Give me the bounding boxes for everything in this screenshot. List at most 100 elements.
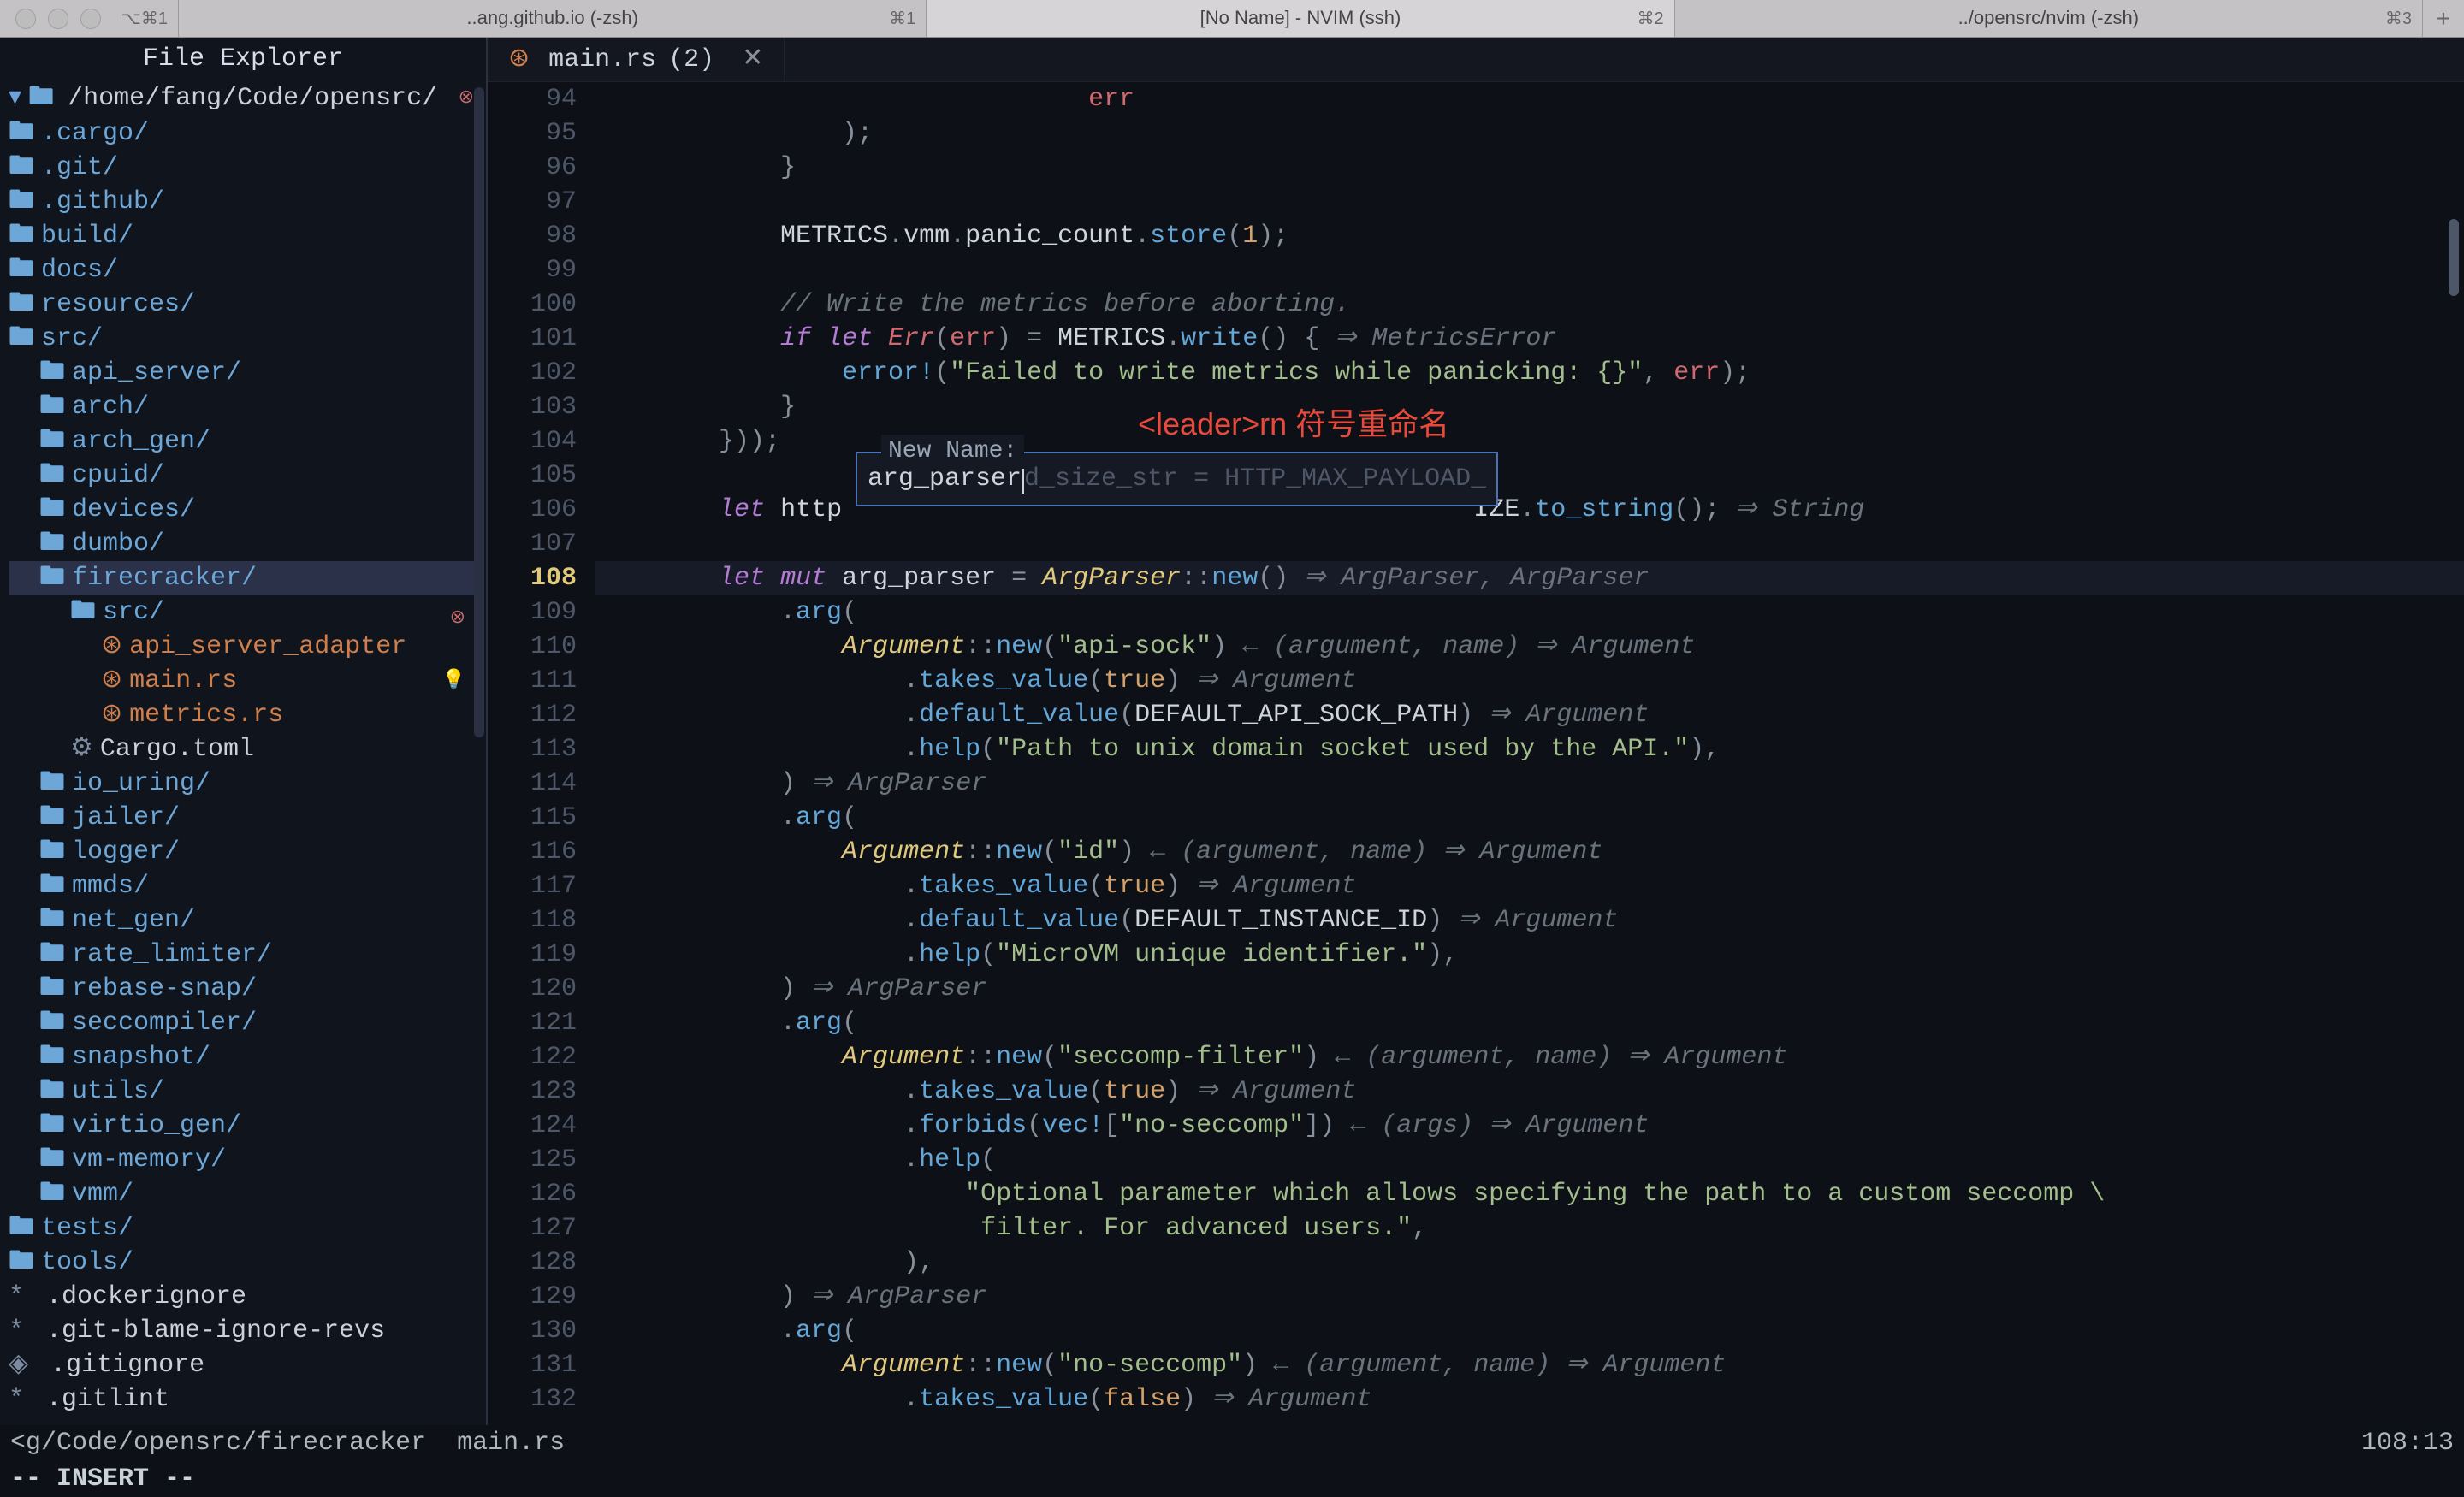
line-number: 103	[488, 390, 577, 424]
tree-folder[interactable]: 🖿devices/	[9, 493, 477, 527]
tree-folder[interactable]: 🖿mmds/	[9, 869, 477, 903]
terminal-tabbar: ⌥⌘1 ..ang.github.io (-zsh) ⌘1 [No Name] …	[0, 0, 2464, 38]
file-explorer-path[interactable]: ▾ 🖿 /home/fang/Code/opensrc/ ⊗	[0, 80, 486, 116]
tab-shortcut: ⌥⌘1	[121, 7, 168, 31]
line-number: 117	[488, 869, 577, 903]
tree-folder[interactable]: 🖿resources/	[9, 287, 477, 322]
file-glyph-icon: *	[9, 1279, 39, 1315]
tree-folder[interactable]: 🖿.cargo/	[9, 116, 477, 151]
line-number: 132	[488, 1382, 577, 1417]
tree-item-label: seccompiler/	[72, 1005, 257, 1041]
lightbulb-icon: 💡	[442, 668, 465, 695]
rename-popup-title: New Name:	[881, 435, 1024, 469]
editor-tab-name: main.rs	[548, 42, 656, 78]
tree-folder[interactable]: 🖿docs/	[9, 253, 477, 287]
tree-item-label: cpuid/	[72, 458, 164, 494]
lsp-rename-popup[interactable]: New Name: arg_parserd_size_str = HTTP_MA…	[856, 452, 1498, 506]
folder-open-icon: 🖿	[28, 80, 54, 116]
tree-folder[interactable]: 🖿jailer/	[9, 801, 477, 835]
tree-item-label: rate_limiter/	[72, 937, 272, 973]
line-number: 94	[488, 82, 577, 116]
code-text[interactable]: err ); } METRICS.vmm.panic_count.store(1…	[595, 82, 2464, 1425]
tree-item-label: src/	[41, 321, 103, 357]
close-tab-icon[interactable]: ✕	[742, 42, 763, 78]
tree-folder[interactable]: 🖿rate_limiter/	[9, 938, 477, 972]
rust-file-icon: ⊛	[101, 697, 122, 733]
close-window-icon[interactable]	[15, 9, 36, 29]
line-number: 95	[488, 116, 577, 151]
code-area[interactable]: 9495969798991001011021031041051061071081…	[488, 82, 2464, 1425]
file-glyph-icon: ◈	[9, 1347, 44, 1383]
tree-folder[interactable]: 🖿arch/	[9, 390, 477, 424]
scrollbar-thumb[interactable]	[474, 87, 484, 737]
line-number: 115	[488, 801, 577, 835]
tree-folder[interactable]: 🖿seccompiler/	[9, 1006, 477, 1040]
tree-folder[interactable]: 🖿vm-memory/	[9, 1143, 477, 1177]
file-glyph-icon: *	[9, 1313, 39, 1349]
tree-folder[interactable]: 🖿utils/	[9, 1074, 477, 1109]
line-number: 97	[488, 185, 577, 219]
tab-title: ../opensrc/nvim (-zsh)	[1958, 5, 2140, 32]
terminal-tab-0[interactable]: ⌥⌘1	[116, 0, 179, 37]
line-number: 108	[488, 561, 577, 595]
folder-icon: 🖿	[39, 937, 65, 973]
tree-folder[interactable]: 🖿io_uring/	[9, 766, 477, 801]
tree-file[interactable]: ⊛metrics.rs	[9, 698, 477, 732]
scrollbar-thumb[interactable]	[2449, 219, 2459, 296]
tree-folder[interactable]: 🖿net_gen/⊗	[9, 903, 477, 938]
line-number: 119	[488, 938, 577, 972]
tree-folder[interactable]: 🖿cpuid/	[9, 459, 477, 493]
folder-icon: 🖿	[9, 150, 34, 186]
tree-folder[interactable]: 🖿src/⊗	[9, 322, 477, 356]
folder-icon: 🖿	[9, 252, 34, 288]
leader-hint-overlay: <leader>rn 符号重命名	[1138, 407, 1449, 441]
tree-folder[interactable]: 🖿snapshot/	[9, 1040, 477, 1074]
tree-file[interactable]: ⊛main.rs💡	[9, 664, 477, 698]
editor-tab-main-rs[interactable]: ⊛ main.rs (2) ✕	[488, 38, 785, 81]
folder-icon: 🖿	[39, 1142, 65, 1178]
tree-folder[interactable]: 🖿logger/	[9, 835, 477, 869]
tree-item-label: .git-blame-ignore-revs	[46, 1313, 385, 1349]
tree-file[interactable]: ⚙Cargo.toml	[9, 732, 477, 766]
minimize-window-icon[interactable]	[48, 9, 68, 29]
tab-title: ..ang.github.io (-zsh)	[466, 5, 638, 32]
tree-folder[interactable]: 🖿build/	[9, 219, 477, 253]
tree-file[interactable]: * .dockerignore	[9, 1280, 477, 1314]
line-number: 104	[488, 424, 577, 459]
tree-folder[interactable]: 🖿tests/	[9, 1211, 477, 1246]
tree-item-label: rebase-snap/	[72, 971, 257, 1007]
tree-folder[interactable]: 🖿rebase-snap/	[9, 972, 477, 1006]
rust-file-icon: ⊛	[101, 629, 122, 665]
rename-input[interactable]: arg_parser	[868, 464, 1022, 494]
terminal-tab-2[interactable]: [No Name] - NVIM (ssh) ⌘2	[927, 0, 1674, 37]
tree-file[interactable]: ⊛api_server_adapter	[9, 630, 477, 664]
tree-file[interactable]: ◈ .gitignore	[9, 1348, 477, 1382]
tree-folder[interactable]: 🖿firecracker/	[9, 561, 477, 595]
tree-folder[interactable]: 🖿dumbo/	[9, 527, 477, 561]
explorer-scrollbar[interactable]	[472, 87, 486, 1425]
zoom-window-icon[interactable]	[80, 9, 101, 29]
tree-folder[interactable]: 🖿arch_gen/	[9, 424, 477, 459]
folder-icon: 🖿	[39, 355, 65, 391]
tree-item-label: metrics.rs	[129, 697, 283, 733]
tree-folder[interactable]: 🖿vmm/	[9, 1177, 477, 1211]
tree-folder[interactable]: 🖿api_server/	[9, 356, 477, 390]
file-tree[interactable]: 🖿.cargo/🖿.git/🖿.github/🖿build/🖿docs/🖿res…	[0, 116, 486, 1417]
tree-folder[interactable]: 🖿.github/	[9, 185, 477, 219]
editor-scrollbar[interactable]	[2445, 82, 2459, 914]
line-number: 99	[488, 253, 577, 287]
line-number: 124	[488, 1109, 577, 1143]
tree-folder[interactable]: 🖿src/	[9, 595, 477, 630]
tree-file[interactable]: * .git-blame-ignore-revs	[9, 1314, 477, 1348]
add-tab-button[interactable]: +	[2423, 2, 2464, 35]
tree-file[interactable]: * .gitlint	[9, 1382, 477, 1417]
terminal-tab-3[interactable]: ../opensrc/nvim (-zsh) ⌘3	[1675, 0, 2423, 37]
line-number: 112	[488, 698, 577, 732]
tree-item-label: resources/	[41, 287, 195, 322]
terminal-tab-1[interactable]: ..ang.github.io (-zsh) ⌘1	[179, 0, 927, 37]
editor-tabstrip: ⊛ main.rs (2) ✕	[488, 38, 2464, 82]
window-traffic-lights[interactable]	[0, 9, 116, 29]
tree-folder[interactable]: 🖿virtio_gen/	[9, 1109, 477, 1143]
tree-folder[interactable]: 🖿tools/	[9, 1246, 477, 1280]
tree-folder[interactable]: 🖿.git/	[9, 151, 477, 185]
